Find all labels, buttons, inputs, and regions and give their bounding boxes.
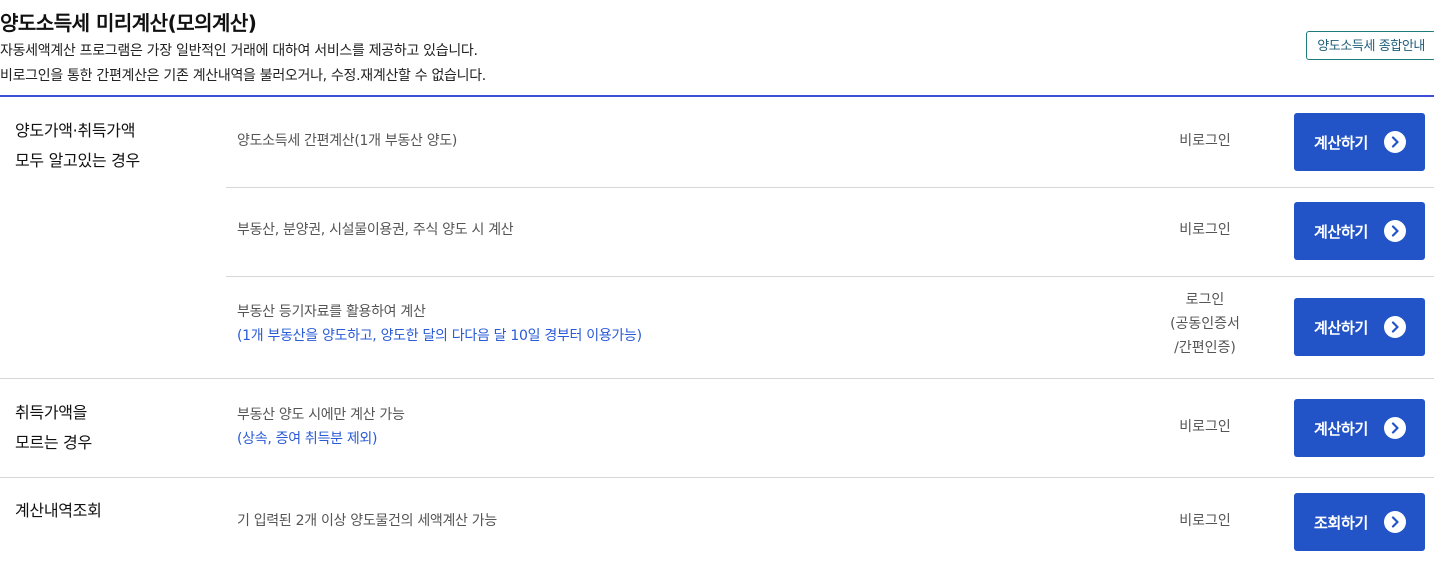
calc-row-simple: 양도소득세 간편계산(1개 부동산 양도) 비로그인 계산하기 xyxy=(226,97,1434,188)
calc-row-general: 부동산, 분양권, 시설물이용권, 주식 양도 시 계산 비로그인 계산하기 xyxy=(226,187,1434,277)
inquiry-button-label: 조회하기 xyxy=(1314,513,1369,532)
capital-gains-guide-button[interactable]: 양도소득세 종합안내 xyxy=(1306,31,1434,60)
row-description: 기 입력된 2개 이상 양도물건의 세액계산 가능 xyxy=(237,513,497,529)
chevron-right-circle-icon xyxy=(1384,131,1406,153)
calculate-button[interactable]: 계산하기 xyxy=(1294,298,1425,356)
group-label-line: 모두 알고있는 경우 xyxy=(15,151,140,170)
calculate-button-label: 계산하기 xyxy=(1314,133,1369,152)
calc-row-history: 기 입력된 2개 이상 양도물건의 세액계산 가능 비로그인 조회하기 xyxy=(226,478,1434,566)
calculate-button-label: 계산하기 xyxy=(1314,419,1369,438)
login-line: /간편인증) xyxy=(1174,340,1236,356)
row-description: 부동산, 분양권, 시설물이용권, 주식 양도 시 계산 xyxy=(237,222,514,238)
group-known-prices: 양도가액·취득가액 모두 알고있는 경우 양도소득세 간편계산(1개 부동산 양… xyxy=(0,97,1434,379)
group-label: 계산내역조회 xyxy=(15,496,102,526)
calculate-button[interactable]: 계산하기 xyxy=(1294,113,1425,171)
page-description-1: 자동세액계산 프로그램은 가장 일반적인 거래에 대하여 서비스를 제공하고 있… xyxy=(0,43,478,59)
login-line: 로그인 xyxy=(1185,292,1225,308)
group-label: 양도가액·취득가액 모두 알고있는 경우 xyxy=(15,116,140,176)
row-description: 부동산 양도 시에만 계산 가능 (상속, 증여 취득분 제외) xyxy=(237,403,405,451)
calc-row-registry: 부동산 등기자료를 활용하여 계산 (1개 부동산을 양도하고, 양도한 달의 … xyxy=(226,276,1434,378)
login-line: (공동인증서 xyxy=(1170,316,1240,332)
page-header: 양도소득세 미리계산(모의계산) 자동세액계산 프로그램은 가장 일반적인 거래… xyxy=(0,0,1434,97)
page-description-2: 비로그인을 통한 간편계산은 기존 계산내역을 불러오거나, 수정.재계산할 수… xyxy=(0,68,486,84)
calculate-button-label: 계산하기 xyxy=(1314,222,1369,241)
login-requirement: 비로그인 xyxy=(1179,133,1231,149)
chevron-right-circle-icon xyxy=(1384,511,1406,533)
row-description: 양도소득세 간편계산(1개 부동산 양도) xyxy=(237,133,458,149)
calculate-button-label: 계산하기 xyxy=(1314,318,1369,337)
login-requirement: 로그인 (공동인증서 /간편인증) xyxy=(1136,288,1274,360)
calculate-button[interactable]: 계산하기 xyxy=(1294,202,1425,260)
login-requirement: 비로그인 xyxy=(1179,222,1231,238)
group-label-line: 취득가액을 xyxy=(15,403,88,422)
row-description: 부동산 등기자료를 활용하여 계산 (1개 부동산을 양도하고, 양도한 달의 … xyxy=(237,300,642,348)
group-history: 계산내역조회 기 입력된 2개 이상 양도물건의 세액계산 가능 비로그인 조회… xyxy=(0,478,1434,566)
calculate-button[interactable]: 계산하기 xyxy=(1294,399,1425,457)
chevron-right-circle-icon xyxy=(1384,316,1406,338)
group-unknown-acquisition: 취득가액을 모르는 경우 부동산 양도 시에만 계산 가능 (상속, 증여 취득… xyxy=(0,379,1434,478)
group-label-line: 모르는 경우 xyxy=(15,433,92,452)
row-description-text: 부동산 등기자료를 활용하여 계산 xyxy=(237,304,426,320)
inquiry-button[interactable]: 조회하기 xyxy=(1294,493,1425,551)
row-note: (1개 부동산을 양도하고, 양도한 달의 다다음 달 10일 경부터 이용가능… xyxy=(237,328,642,344)
login-requirement: 비로그인 xyxy=(1179,513,1231,529)
login-requirement: 비로그인 xyxy=(1179,419,1231,435)
group-label: 취득가액을 모르는 경우 xyxy=(15,398,92,458)
calc-row-estimate: 부동산 양도 시에만 계산 가능 (상속, 증여 취득분 제외) 비로그인 계산… xyxy=(226,379,1434,477)
page-title: 양도소득세 미리계산(모의계산) xyxy=(0,11,257,35)
chevron-right-circle-icon xyxy=(1384,220,1406,242)
group-label-line: 계산내역조회 xyxy=(15,501,102,520)
chevron-right-circle-icon xyxy=(1384,417,1406,439)
row-description-text: 부동산 양도 시에만 계산 가능 xyxy=(237,407,405,423)
group-label-line: 양도가액·취득가액 xyxy=(15,121,136,140)
row-note: (상속, 증여 취득분 제외) xyxy=(237,431,378,447)
